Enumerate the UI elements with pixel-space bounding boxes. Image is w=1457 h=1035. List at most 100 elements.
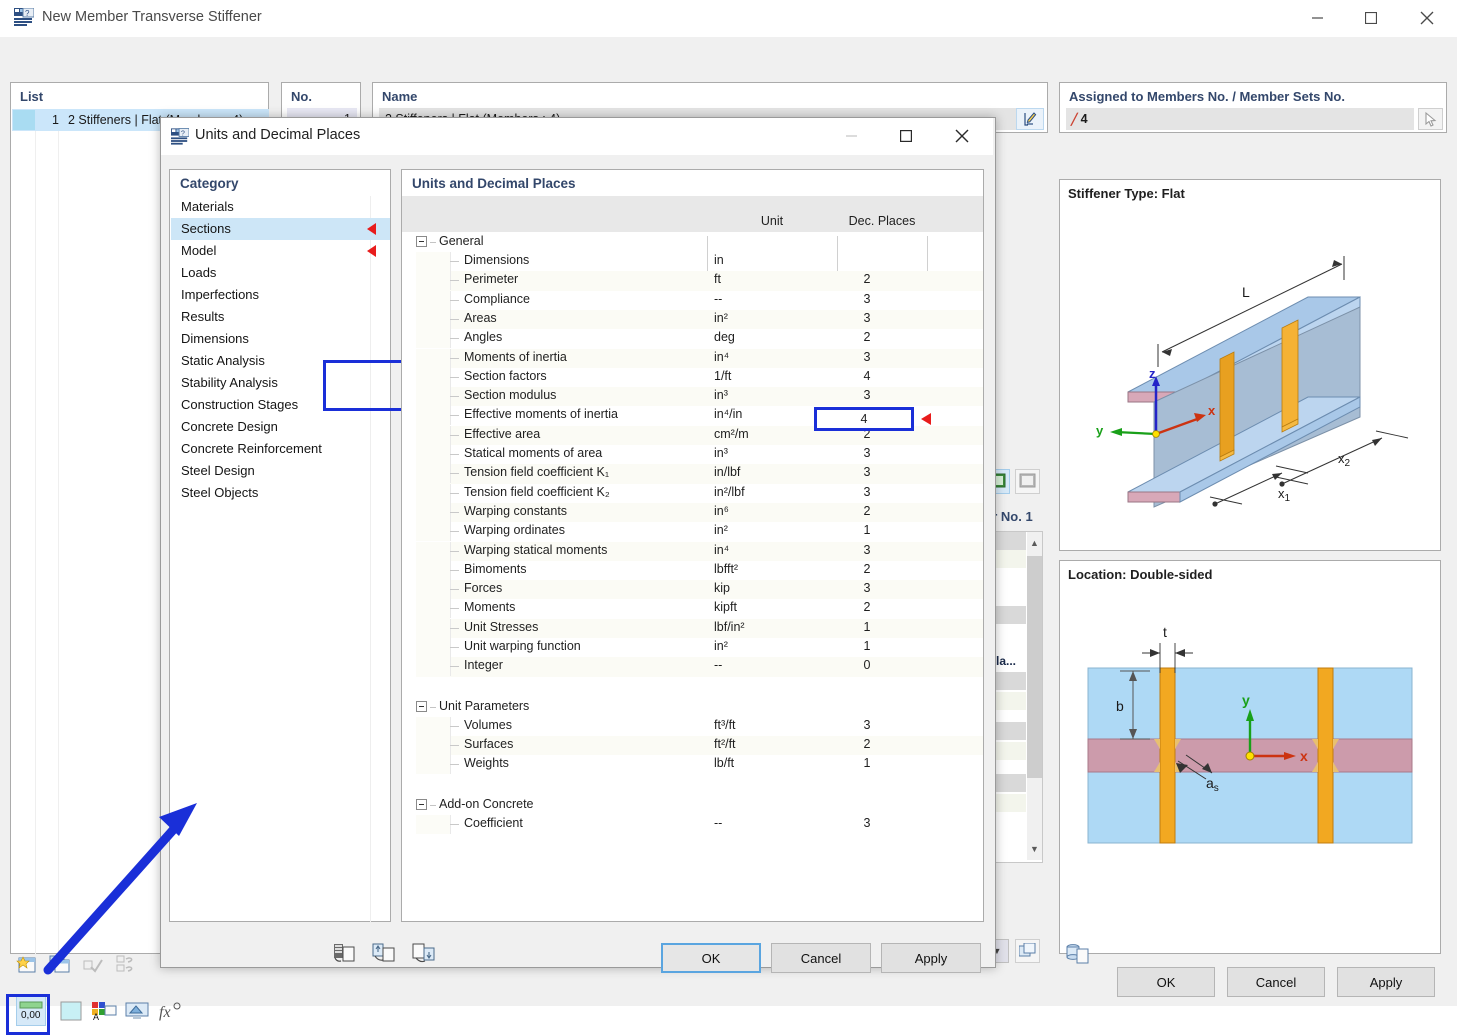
category-item-sections[interactable]: Sections [171, 218, 390, 240]
units-row-dec-places[interactable]: 2 [836, 600, 898, 614]
render-icon[interactable] [122, 996, 152, 1026]
units-table-row[interactable]: Section factors 1/ft 4 [416, 367, 983, 388]
dialog-close-button[interactable] [939, 118, 985, 154]
units-row-dec-places[interactable]: 3 [836, 311, 898, 325]
category-item-construction-stages[interactable]: Construction Stages [171, 394, 390, 416]
units-row-dec-places[interactable]: 3 [836, 446, 898, 460]
units-row-dec-places[interactable]: 3 [836, 350, 898, 364]
units-row-unit[interactable]: ft³/ft [714, 718, 736, 732]
edit-pencil-icon[interactable] [1016, 108, 1044, 130]
units-row-dec-places[interactable]: 3 [836, 388, 898, 402]
units-row-unit[interactable]: in³ [714, 388, 728, 402]
units-table-row[interactable]: Dimensionsin4 [416, 252, 983, 272]
collapse-toggle-icon[interactable] [416, 798, 427, 810]
table-grey-icon[interactable] [1015, 469, 1040, 494]
units-table-row[interactable]: Bimoments lbfft² 2 [416, 560, 983, 581]
main-apply-button[interactable]: Apply [1337, 967, 1435, 997]
text-format-icon[interactable]: A [89, 996, 119, 1026]
units-row-unit[interactable]: ft²/ft [714, 737, 736, 751]
units-row-dec-places[interactable]: 3 [836, 485, 898, 499]
units-table-row[interactable]: Statical moments of area in³ 3 [416, 445, 983, 465]
units-decimal-icon[interactable]: 0,00 [16, 996, 46, 1026]
units-table-row[interactable]: Section modulus in³ 3 [416, 387, 983, 407]
units-row-unit[interactable]: -- [714, 658, 722, 672]
units-table-row[interactable]: Integer -- 0 [416, 657, 983, 677]
units-row-dec-places[interactable]: 3 [836, 543, 898, 557]
scroll-up-icon[interactable]: ▲ [1027, 532, 1042, 554]
units-row-unit[interactable]: in² [714, 523, 728, 537]
category-item-concrete-reinforcement[interactable]: Concrete Reinforcement [171, 438, 390, 460]
category-item-materials[interactable]: Materials [171, 196, 390, 218]
category-item-stability-analysis[interactable]: Stability Analysis [171, 372, 390, 394]
category-item-steel-objects[interactable]: Steel Objects [171, 482, 390, 504]
units-row-unit[interactable]: deg [714, 330, 735, 344]
units-row-unit[interactable]: in²/lbf [714, 485, 745, 499]
maximize-button[interactable] [1348, 0, 1394, 36]
units-row-unit[interactable]: in³ [714, 446, 728, 460]
units-row-dec-places[interactable]: 2 [836, 562, 898, 576]
units-row-unit[interactable]: in² [714, 639, 728, 653]
category-item-model[interactable]: Model [171, 240, 390, 262]
dialog-apply-button[interactable]: Apply [881, 943, 981, 973]
units-row-dec-places[interactable]: 1 [836, 523, 898, 537]
units-group-unit-parameters[interactable]: Unit Parameters [416, 697, 983, 717]
units-table-row[interactable]: Areas in² 3 [416, 309, 983, 330]
category-item-dimensions[interactable]: Dimensions [171, 328, 390, 350]
units-table-row[interactable]: Volumes ft³/ft 3 [416, 716, 983, 736]
units-row-unit[interactable]: -- [714, 816, 722, 830]
units-row-unit[interactable]: in⁴/in [714, 407, 742, 421]
units-table-row[interactable]: Moments of inertia in⁴ 3 [416, 348, 983, 368]
units-table-row[interactable]: Compliance -- 3 [416, 290, 983, 310]
minimize-button[interactable] [1295, 0, 1341, 36]
category-item-imperfections[interactable]: Imperfections [171, 284, 390, 306]
units-table-row[interactable]: Weights lb/ft 1 [416, 755, 983, 775]
category-item-static-analysis[interactable]: Static Analysis [171, 350, 390, 372]
units-row-unit[interactable]: in [714, 253, 724, 267]
category-item-steel-design[interactable]: Steel Design [171, 460, 390, 482]
category-item-results[interactable]: Results [171, 306, 390, 328]
category-item-concrete-design[interactable]: Concrete Design [171, 416, 390, 438]
units-row-unit[interactable]: 1/ft [714, 369, 731, 383]
assigned-members-input[interactable]: ╱ 4 [1066, 108, 1414, 130]
units-row-unit[interactable]: in/lbf [714, 465, 740, 479]
collapse-toggle-icon[interactable] [416, 700, 427, 712]
units-row-dec-places[interactable]: 4 [836, 369, 898, 383]
units-row-unit[interactable]: kip [714, 581, 730, 595]
new-window-icon[interactable] [12, 949, 42, 979]
units-row-dec-places[interactable]: 3 [836, 581, 898, 595]
units-row-unit[interactable]: in⁴ [714, 350, 729, 364]
color-swatch-icon[interactable] [56, 996, 86, 1026]
units-row-dec-places[interactable]: 3 [836, 816, 898, 830]
units-table-row[interactable]: Warping constants in⁶ 2 [416, 502, 983, 523]
units-row-unit[interactable]: lb/ft [714, 756, 734, 770]
database-copy-icon[interactable] [1063, 940, 1093, 968]
units-row-dec-places[interactable]: 2 [836, 504, 898, 518]
main-ok-button[interactable]: OK [1117, 967, 1215, 997]
units-row-dec-places[interactable]: 1 [836, 639, 898, 653]
column-header-dec-places[interactable]: Dec. Places [837, 210, 927, 232]
dialog-ok-button[interactable]: OK [661, 943, 761, 973]
units-table-row[interactable]: Tension field coefficient K₂ in²/lbf 3 [416, 483, 983, 503]
units-table-row[interactable]: Moments kipft 2 [416, 599, 983, 619]
copy-layers-icon[interactable] [1015, 939, 1040, 963]
units-table-row[interactable]: Forces kip 3 [416, 580, 983, 600]
import-units-icon[interactable] [329, 939, 359, 967]
category-item-loads[interactable]: Loads [171, 262, 390, 284]
dec-places-highlighted-value[interactable]: 4 [817, 410, 911, 428]
units-group-general[interactable]: General [416, 232, 983, 252]
column-header-unit[interactable]: Unit [707, 210, 837, 232]
units-row-unit[interactable]: kipft [714, 600, 737, 614]
units-row-dec-places[interactable]: 2 [836, 737, 898, 751]
units-table-row[interactable]: Tension field coefficient K₁ in/lbf 3 [416, 464, 983, 484]
close-button[interactable] [1404, 0, 1450, 36]
units-row-dec-places[interactable]: 3 [836, 718, 898, 732]
units-table-row[interactable]: Angles deg 2 [416, 329, 983, 349]
units-row-dec-places[interactable]: 2 [836, 272, 898, 286]
units-row-unit[interactable]: lbf/in² [714, 620, 745, 634]
dialog-maximize-button[interactable] [883, 118, 929, 154]
units-table-row[interactable]: Warping statical moments in⁴ 3 [416, 541, 983, 561]
scroll-down-icon[interactable]: ▼ [1027, 838, 1042, 860]
transfer-units-icon[interactable] [409, 939, 439, 967]
units-row-unit[interactable]: in⁴ [714, 543, 729, 557]
units-table-row[interactable]: Warping ordinates in² 1 [416, 522, 983, 542]
